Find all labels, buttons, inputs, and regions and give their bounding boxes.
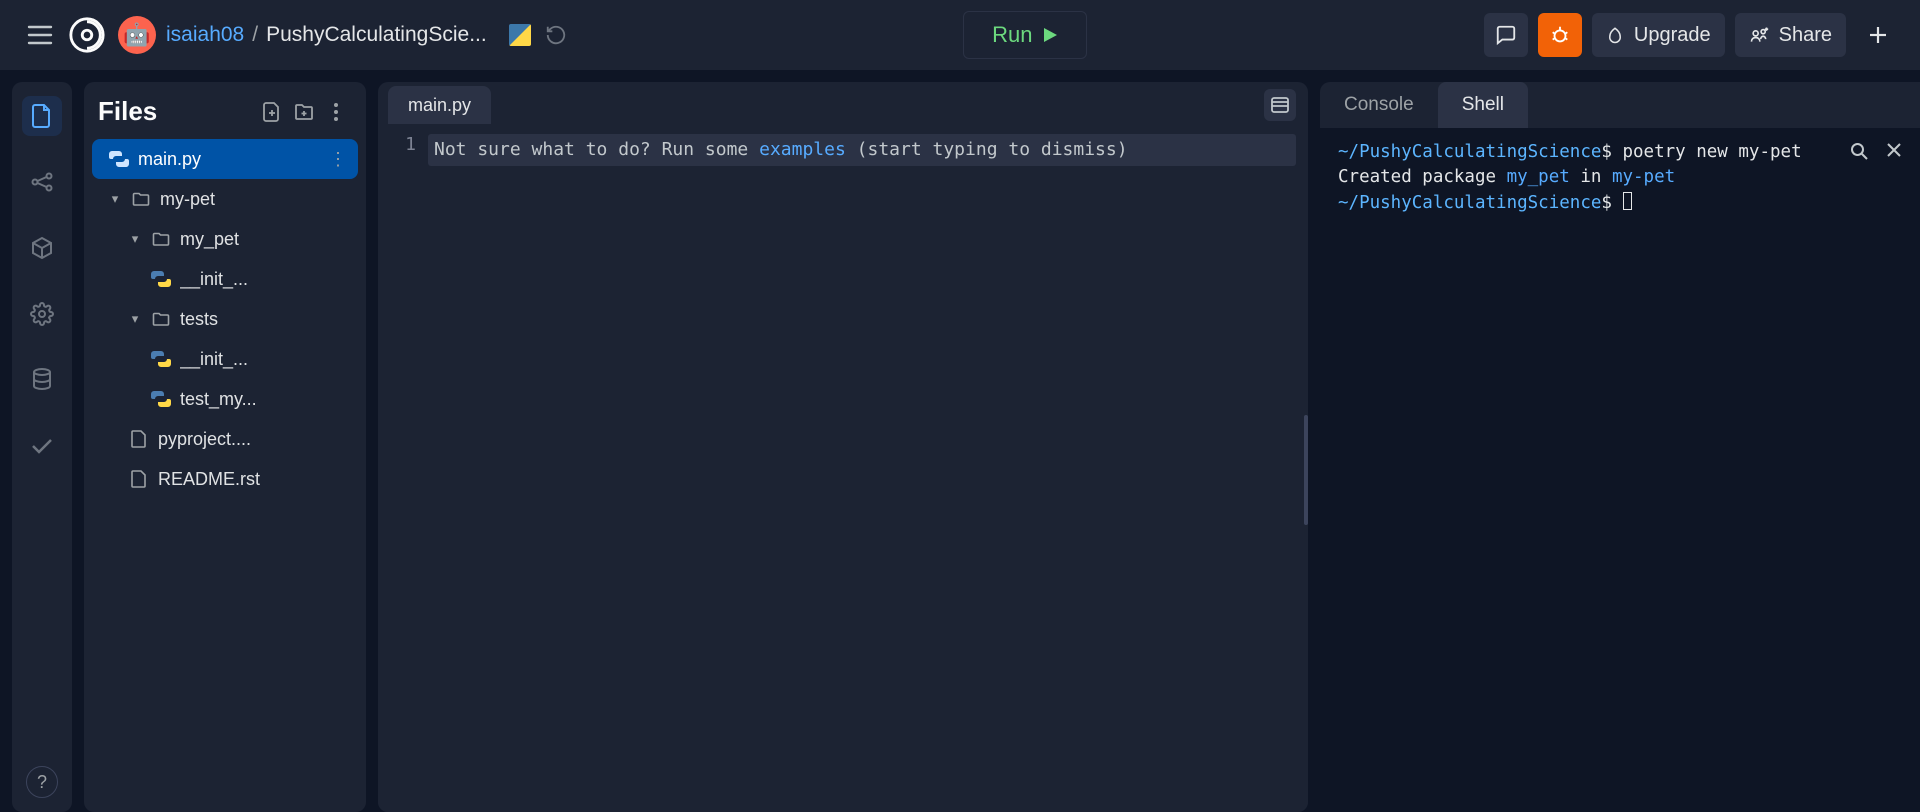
terminal-close-icon[interactable] [1886, 142, 1902, 160]
rail-database-icon[interactable] [22, 360, 62, 400]
folder-icon [150, 232, 172, 247]
editor-layout-icon[interactable] [1264, 89, 1296, 121]
python-icon [509, 24, 531, 46]
folder-my-pet[interactable]: ▾ my-pet [84, 179, 366, 219]
python-file-icon [150, 350, 172, 368]
share-label: Share [1779, 24, 1832, 47]
file-initpy-2[interactable]: __init_... [84, 339, 366, 379]
file-readme[interactable]: README.rst [84, 459, 366, 499]
rail-files-icon[interactable] [22, 96, 62, 136]
terminal-output-pkg: my_pet [1507, 167, 1570, 187]
tab-shell[interactable]: Shell [1438, 82, 1528, 128]
avatar[interactable]: 🤖 [118, 16, 156, 54]
folder-label: my-pet [160, 189, 356, 210]
repl-name[interactable]: PushyCalculatingScie... [266, 23, 487, 47]
left-rail: ? [12, 82, 72, 812]
code-editor[interactable]: 1 Not sure what to do? Run some examples… [378, 128, 1308, 812]
menu-icon[interactable] [20, 15, 60, 55]
file-label: test_my... [180, 389, 356, 410]
file-more-icon[interactable]: ⋮ [328, 149, 348, 170]
terminal-output-mid: in [1570, 167, 1612, 187]
terminal[interactable]: ~/PushyCalculatingScience$ poetry new my… [1320, 128, 1920, 812]
file-main-py[interactable]: main.py ⋮ [92, 139, 358, 179]
editor-hint-link[interactable]: examples [759, 139, 846, 160]
file-icon [128, 430, 150, 448]
file-testmy[interactable]: test_my... [84, 379, 366, 419]
chat-icon[interactable] [1484, 13, 1528, 57]
chevron-down-icon: ▾ [128, 311, 142, 327]
add-icon[interactable] [1856, 13, 1900, 57]
upgrade-button[interactable]: Upgrade [1592, 13, 1725, 57]
chevron-down-icon: ▾ [108, 191, 122, 207]
terminal-prompt: $ [1601, 142, 1612, 162]
replit-logo-icon[interactable] [68, 16, 106, 54]
editor-tab[interactable]: main.py [388, 86, 491, 124]
new-folder-icon[interactable] [288, 103, 320, 121]
run-label: Run [992, 22, 1032, 48]
rail-check-icon[interactable] [22, 426, 62, 466]
editor-hint-post: (start typing to dismiss) [846, 139, 1128, 160]
folder-icon [150, 312, 172, 327]
terminal-search-icon[interactable] [1850, 142, 1868, 160]
file-label: main.py [138, 149, 320, 170]
line-number: 1 [378, 128, 434, 812]
pane-resizer[interactable] [1302, 128, 1308, 812]
files-panel: Files main.py ⋮ ▾ my-pet [84, 82, 366, 812]
folder-icon [130, 192, 152, 207]
file-icon [128, 470, 150, 488]
file-tree: main.py ⋮ ▾ my-pet ▾ my_pet __init_... [84, 139, 366, 499]
python-file-icon [108, 150, 130, 168]
topbar: 🤖 isaiah08 / PushyCalculatingScie... Run… [0, 0, 1920, 70]
bug-icon[interactable] [1538, 13, 1582, 57]
terminal-path: ~/PushyCalculatingScience [1338, 193, 1601, 213]
terminal-cmd: poetry new my-pet [1612, 142, 1802, 162]
python-file-icon [150, 270, 172, 288]
file-label: pyproject.... [158, 429, 356, 450]
new-file-icon[interactable] [256, 102, 288, 122]
rail-settings-icon[interactable] [22, 294, 62, 334]
right-pane: Console Shell ~/PushyCalculatingScience$… [1320, 82, 1920, 812]
python-file-icon [150, 390, 172, 408]
files-more-icon[interactable] [320, 103, 352, 121]
terminal-path: ~/PushyCalculatingScience [1338, 142, 1601, 162]
file-initpy-1[interactable]: __init_... [84, 259, 366, 299]
folder-tests[interactable]: ▾ tests [84, 299, 366, 339]
username-link[interactable]: isaiah08 [166, 23, 244, 47]
workspace: ? Files main.py ⋮ ▾ [0, 70, 1920, 812]
chevron-down-icon: ▾ [128, 231, 142, 247]
editor-hint-pre: Not sure what to do? Run some [434, 139, 759, 160]
file-label: __init_... [180, 269, 356, 290]
files-title: Files [98, 96, 256, 127]
run-button[interactable]: Run [963, 11, 1087, 59]
terminal-output-dir: my-pet [1612, 167, 1675, 187]
folder-label: tests [180, 309, 356, 330]
editor-pane: main.py 1 Not sure what to do? Run some … [378, 82, 1308, 812]
terminal-output-pre: Created package [1338, 167, 1507, 187]
folder-label: my_pet [180, 229, 356, 250]
file-label: README.rst [158, 469, 356, 490]
terminal-prompt: $ [1601, 193, 1612, 213]
rail-version-icon[interactable] [22, 162, 62, 202]
help-button[interactable]: ? [26, 766, 58, 798]
tab-console[interactable]: Console [1320, 82, 1438, 128]
upgrade-label: Upgrade [1634, 24, 1711, 47]
terminal-cursor [1623, 192, 1632, 210]
history-icon[interactable] [545, 24, 567, 46]
rail-packages-icon[interactable] [22, 228, 62, 268]
file-pyproject[interactable]: pyproject.... [84, 419, 366, 459]
share-button[interactable]: Share [1735, 13, 1846, 57]
folder-my_pet[interactable]: ▾ my_pet [84, 219, 366, 259]
breadcrumb-separator: / [252, 23, 258, 47]
file-label: __init_... [180, 349, 356, 370]
